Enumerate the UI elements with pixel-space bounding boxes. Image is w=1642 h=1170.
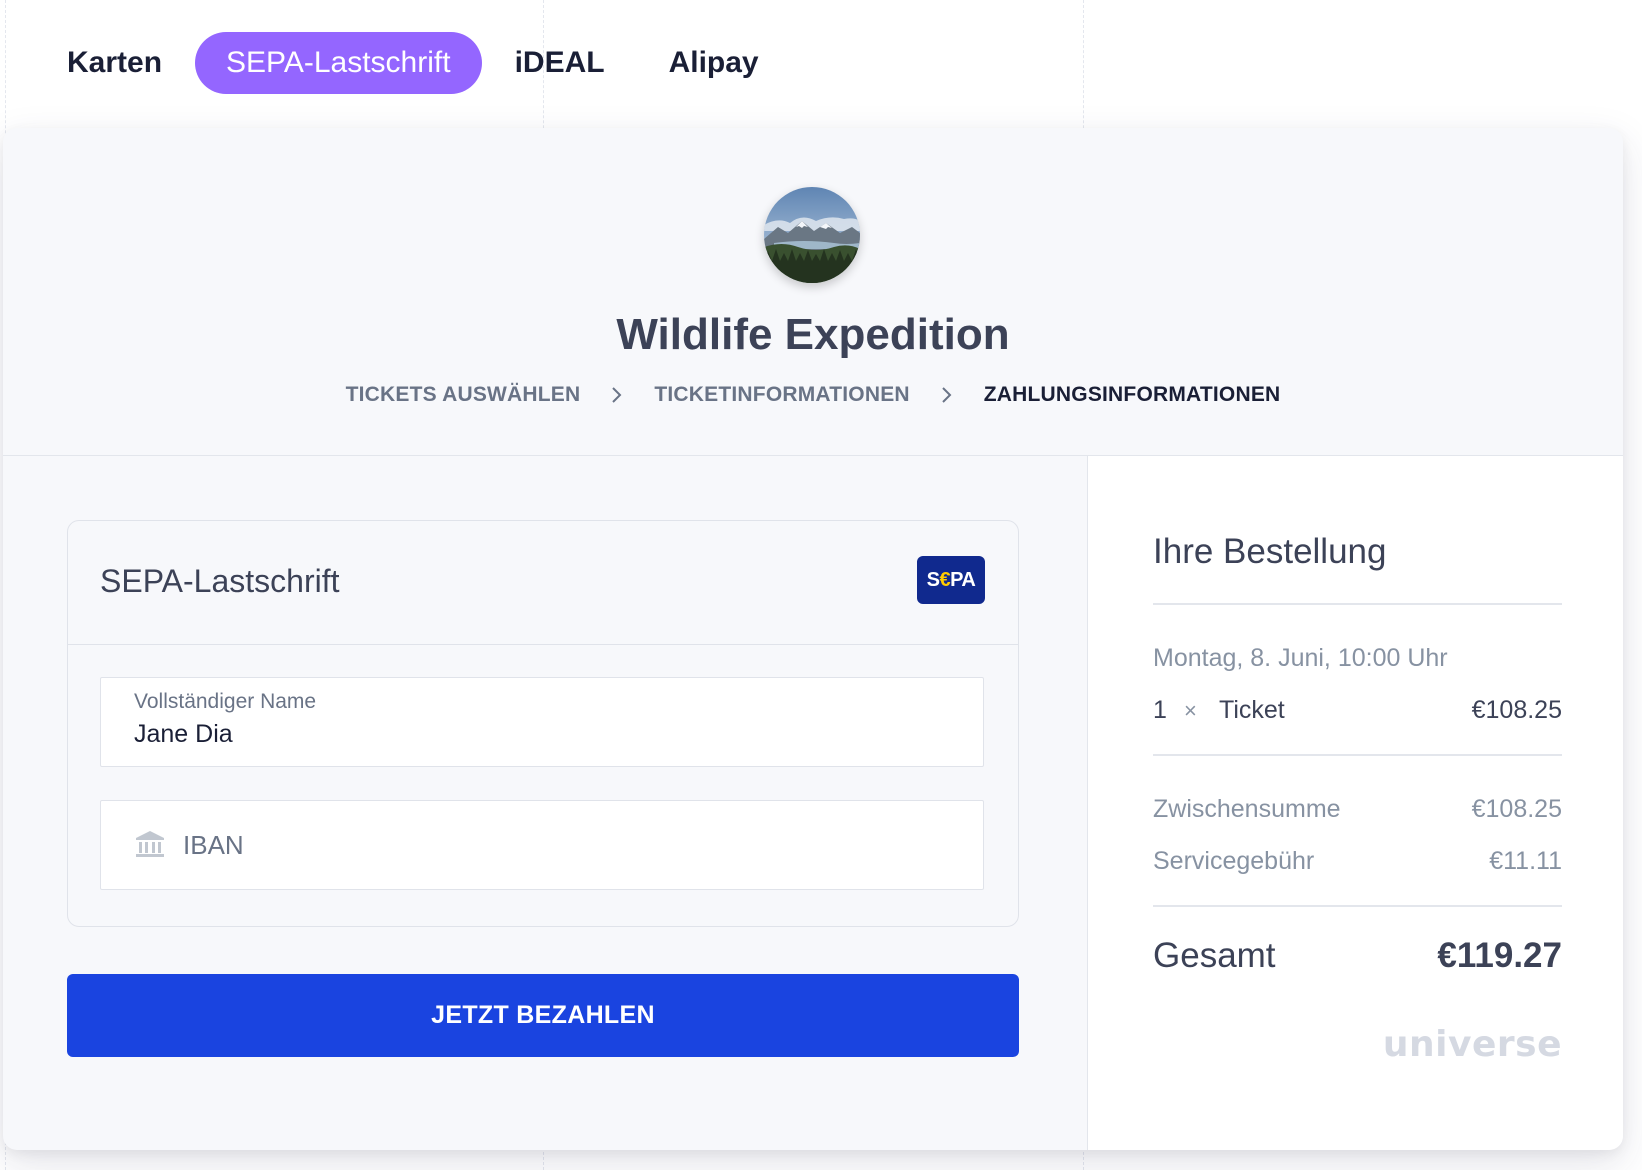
universe-logo: universe: [1382, 1024, 1562, 1065]
chevron-right-icon: [942, 387, 952, 403]
order-summary: Ihre Bestellung Montag, 8. Juni, 10:00 U…: [1087, 456, 1623, 1150]
full-name-label: Vollständiger Name: [134, 690, 317, 713]
full-name-value[interactable]: Jane Dia: [134, 720, 233, 749]
line-item-qty: 1: [1153, 696, 1167, 724]
service-fee-amount: €11.11: [1489, 847, 1562, 875]
payment-method-header: SEPA-Lastschrift S€PA: [68, 521, 1018, 645]
service-fee-row: Servicegebühr €11.11: [1153, 847, 1562, 876]
total-row: Gesamt €119.27: [1153, 936, 1562, 980]
line-item-name: Ticket: [1219, 696, 1285, 724]
divider: [1153, 905, 1562, 907]
bank-icon: [136, 831, 164, 857]
breadcrumb: TICKETS AUSWÄHLEN TICKETINFORMATIONEN ZA…: [3, 383, 1623, 407]
total-label: Gesamt: [1153, 936, 1276, 975]
tab-karten[interactable]: Karten: [52, 32, 193, 94]
order-summary-title: Ihre Bestellung: [1153, 532, 1387, 571]
event-title: Wildlife Expedition: [616, 310, 1010, 359]
sepa-logo-pa: PA: [950, 569, 976, 591]
tab-ideal[interactable]: iDEAL: [484, 32, 636, 94]
subtotal-amount: €108.25: [1471, 795, 1562, 823]
sepa-payment-box: SEPA-Lastschrift S€PA Vollständiger Name…: [67, 520, 1019, 927]
line-item: 1 × Ticket €108.25: [1153, 696, 1562, 728]
tab-sepa-lastschrift[interactable]: SEPA-Lastschrift: [195, 32, 482, 94]
event-date: Montag, 8. Juni, 10:00 Uhr: [1153, 644, 1448, 672]
service-fee-label: Servicegebühr: [1153, 847, 1315, 875]
chevron-right-icon: [612, 387, 622, 403]
subtotal-row: Zwischensumme €108.25: [1153, 795, 1562, 824]
sepa-logo-s: S: [926, 569, 940, 591]
checkout-card: Wildlife Expedition TICKETS AUSWÄHLEN TI…: [3, 128, 1623, 1150]
breadcrumb-zahlungsinformationen: ZAHLUNGSINFORMATIONEN: [983, 383, 1281, 406]
payment-method-tabs: Karten SEPA-Lastschrift iDEAL Alipay: [52, 32, 792, 94]
pay-now-button[interactable]: JETZT BEZAHLEN: [67, 974, 1019, 1057]
divider: [1153, 754, 1562, 756]
event-avatar: [764, 187, 860, 283]
iban-field[interactable]: [100, 800, 984, 890]
breadcrumb-ticketinformationen[interactable]: TICKETINFORMATIONEN: [654, 383, 909, 407]
iban-input[interactable]: [181, 823, 945, 867]
subtotal-label: Zwischensumme: [1153, 795, 1341, 823]
times-icon: ×: [1184, 698, 1197, 723]
line-item-price: €108.25: [1471, 696, 1562, 724]
checkout-header: Wildlife Expedition TICKETS AUSWÄHLEN TI…: [3, 128, 1623, 456]
sepa-logo-euro: €: [939, 569, 951, 591]
mountain-landscape-photo-icon: [764, 187, 860, 283]
breadcrumb-tickets-auswaehlen[interactable]: TICKETS AUSWÄHLEN: [346, 383, 581, 407]
total-amount: €119.27: [1437, 936, 1562, 975]
divider: [1153, 603, 1562, 605]
full-name-field[interactable]: Vollständiger Name Jane Dia: [100, 677, 984, 767]
payment-method-title: SEPA-Lastschrift: [100, 563, 340, 599]
sepa-logo-icon: S€PA: [917, 556, 985, 604]
tab-alipay[interactable]: Alipay: [638, 32, 790, 94]
payment-panel: SEPA-Lastschrift S€PA Vollständiger Name…: [3, 456, 1087, 1150]
